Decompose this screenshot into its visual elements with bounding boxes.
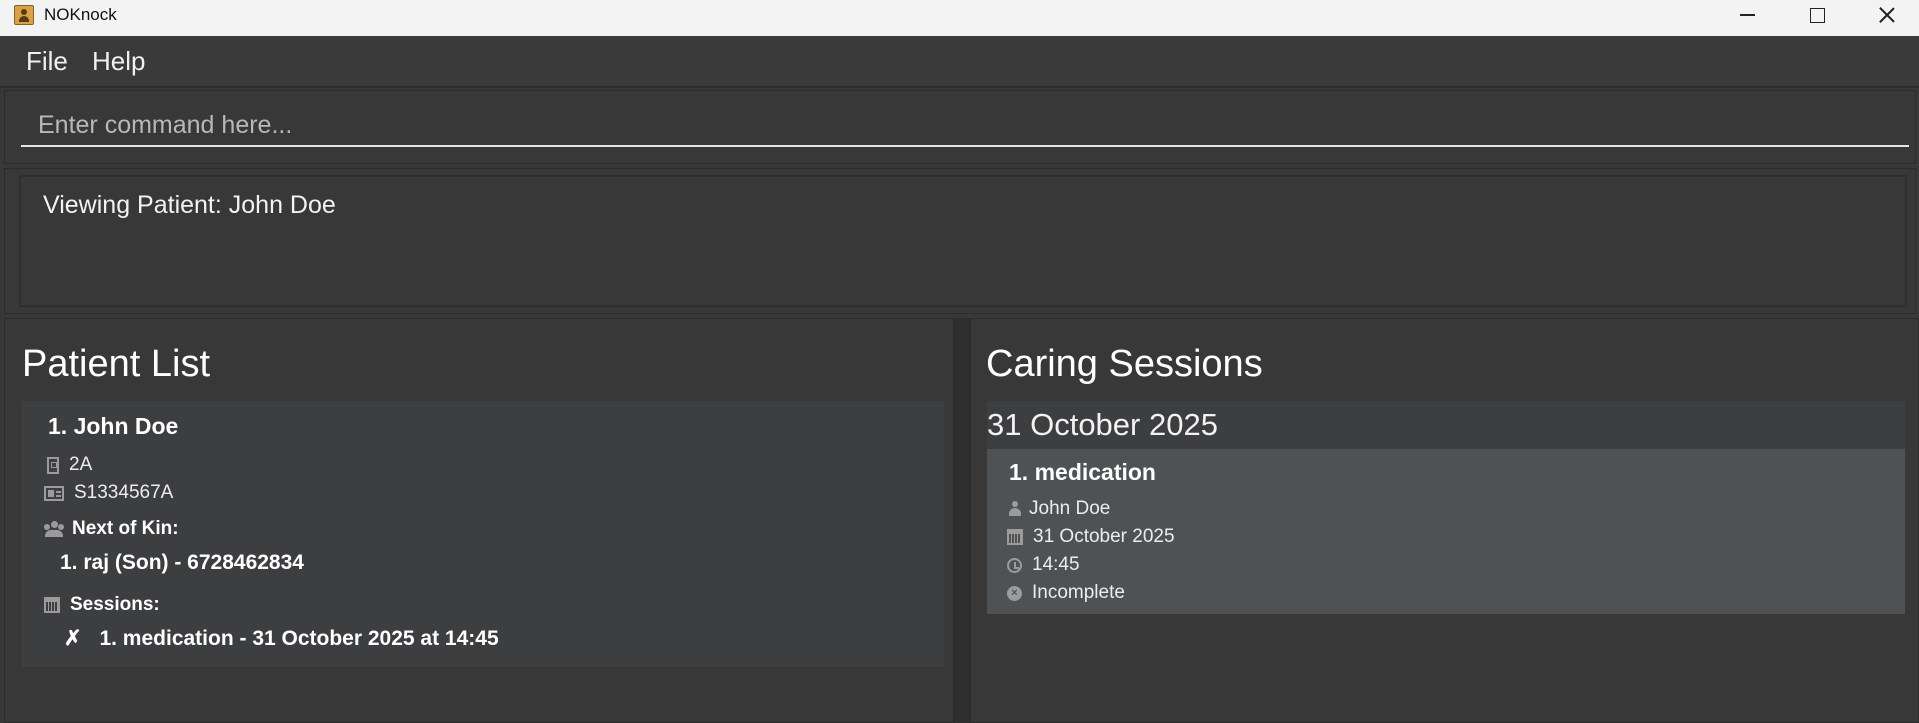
result-text: Viewing Patient: John Doe: [43, 191, 336, 219]
session-patient-row: John Doe: [1007, 498, 1110, 520]
session-status-row: × Incomplete: [1007, 582, 1125, 604]
close-button[interactable]: [1852, 0, 1919, 30]
kin-heading-row: Next of Kin:: [44, 518, 179, 540]
menu-help[interactable]: Help: [92, 46, 145, 77]
caring-sessions-panel: Caring Sessions 31 October 2025 1. medic…: [970, 318, 1919, 723]
session-date: 31 October 2025: [1033, 526, 1175, 547]
close-icon: [1878, 6, 1896, 24]
users-icon: [44, 521, 64, 537]
date-group-label: 31 October 2025: [987, 407, 1218, 442]
patient-list-heading: Patient List: [22, 343, 210, 385]
app-icon: [14, 5, 34, 25]
session-card[interactable]: 1. medication John Doe 31 October 2025 1…: [987, 449, 1905, 614]
clock-icon: [1007, 557, 1022, 573]
calendar-icon: [1007, 529, 1023, 545]
ward-row: 2A: [44, 454, 92, 476]
building-icon: [47, 456, 59, 474]
maximize-button[interactable]: [1782, 0, 1852, 30]
person-icon: [1009, 501, 1021, 517]
caring-sessions-heading: Caring Sessions: [986, 343, 1263, 385]
minimize-button[interactable]: [1712, 0, 1782, 30]
date-group-header: 31 October 2025: [987, 401, 1905, 449]
menu-bar: File Help: [0, 36, 1919, 88]
session-item: ✗ 1. medication - 31 October 2025 at 14:…: [64, 626, 499, 651]
session-time-row: 14:45: [1007, 554, 1080, 576]
kin-item: 1. raj (Son) - 6728462834: [60, 551, 304, 574]
minimize-icon: [1739, 14, 1755, 16]
session-patient: John Doe: [1029, 498, 1111, 519]
menu-file[interactable]: File: [26, 46, 68, 77]
x-circle-icon: ×: [1007, 585, 1022, 601]
sessions-heading-row: Sessions:: [44, 594, 160, 616]
result-display[interactable]: Viewing Patient: John Doe: [19, 175, 1907, 307]
session-date-row: 31 October 2025: [1007, 526, 1175, 548]
ic-value: S1334567A: [74, 482, 174, 503]
kin-heading: Next of Kin:: [72, 518, 179, 539]
maximize-icon: [1809, 7, 1825, 23]
patient-name: 1. John Doe: [48, 413, 179, 439]
calendar-icon: [44, 597, 60, 613]
session-status: Incomplete: [1032, 582, 1125, 603]
title-bar: NOKnock: [0, 0, 1919, 36]
sessions-heading: Sessions:: [70, 594, 160, 615]
session-title: 1. medication: [1009, 459, 1156, 485]
command-box: [4, 90, 1916, 164]
ward-value: 2A: [69, 454, 93, 475]
session-time: 14:45: [1032, 554, 1080, 575]
session-text: 1. medication - 31 October 2025 at 14:45: [99, 627, 499, 650]
ic-row: S1334567A: [44, 482, 173, 504]
session-status-mark: ✗: [64, 627, 82, 650]
patient-list-panel: Patient List 1. John Doe 2A S1334567A Ne…: [4, 318, 954, 723]
patient-card[interactable]: 1. John Doe 2A S1334567A Next of Kin: 1.…: [22, 401, 944, 667]
split-divider[interactable]: [954, 318, 970, 723]
window-title: NOKnock: [44, 5, 117, 24]
result-display-panel: Viewing Patient: John Doe: [4, 168, 1916, 314]
command-input[interactable]: [21, 105, 1909, 147]
id-card-icon: [44, 485, 64, 501]
